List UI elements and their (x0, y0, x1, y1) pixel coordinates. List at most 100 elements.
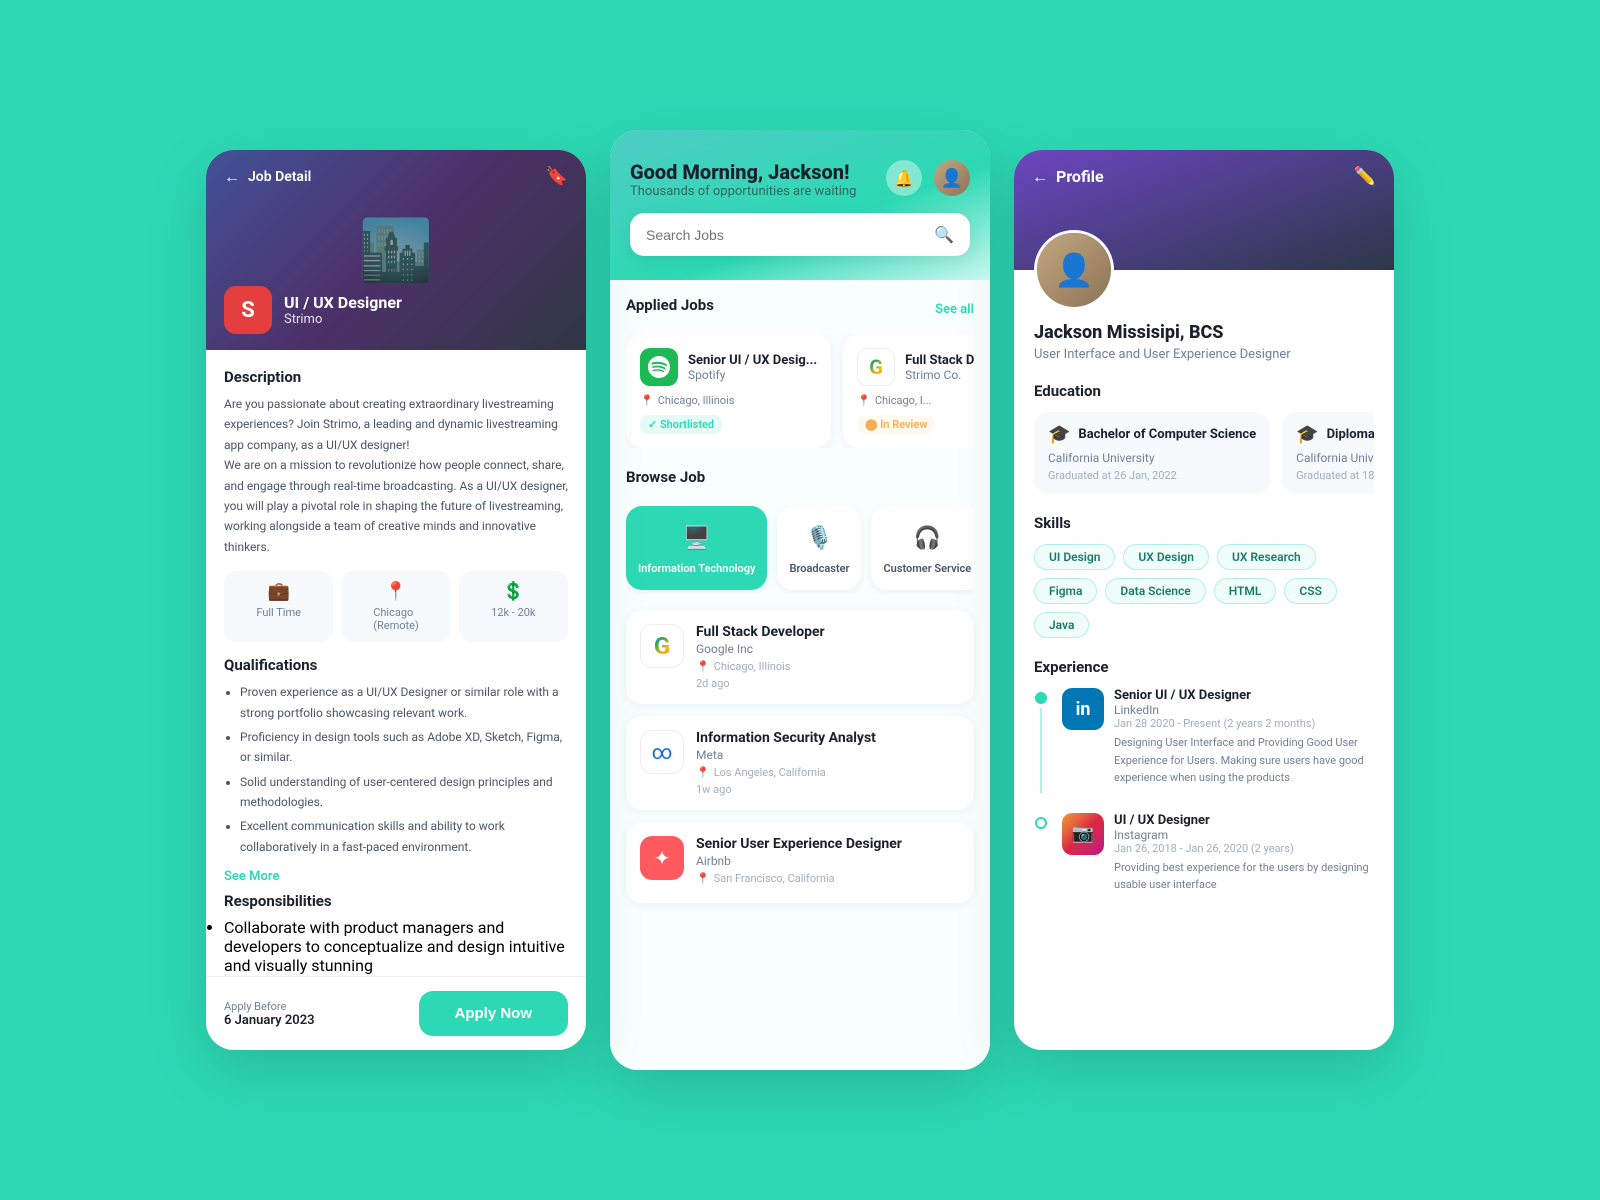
profile-avatar: 👤 (1034, 230, 1114, 310)
meta-job-info: Information Security Analyst Meta 📍 Los … (696, 730, 960, 796)
category-broadcaster[interactable]: 🎙️ Broadcaster (777, 506, 861, 590)
skill-html: HTML (1214, 578, 1277, 604)
spotify-company: Spotify (688, 368, 817, 382)
exp-linkedin: in Senior UI / UX Designer LinkedIn Jan … (1034, 688, 1374, 793)
skills-title: Skills (1034, 514, 1374, 532)
location-pin-icon: 📍 (640, 394, 654, 407)
browse-jobs-card: Good Morning, Jackson! Thousands of oppo… (610, 130, 990, 1070)
pin-icon5: 📍 (696, 872, 710, 885)
graduation-icon2: 🎓 (1296, 424, 1318, 445)
linkedin-desc: Designing User Interface and Providing G… (1114, 734, 1374, 787)
browse-job-header: Browse Job (626, 468, 974, 494)
skill-css: CSS (1284, 578, 1337, 604)
edu-uni-1: California University (1048, 451, 1256, 465)
browse-job-section: Browse Job 🖥️ Information Technology 🎙️ … (626, 468, 974, 903)
shortlisted-badge: ✓ Shortlisted (640, 415, 722, 434)
qualifications-list: Proven experience as a UI/UX Designer or… (224, 682, 568, 857)
description-title: Description (224, 368, 568, 386)
greeting-section: Good Morning, Jackson! Thousands of oppo… (630, 160, 856, 199)
education-row: 🎓 Bachelor of Computer Science Californi… (1034, 412, 1374, 494)
profile-body: Jackson Missisipi, BCS User Interface an… (1014, 270, 1394, 1050)
education-title: Education (1034, 382, 1374, 400)
job-detail-nav: ← Job Detail 🔖 (206, 150, 586, 203)
job-detail-header: 🏙️ ← Job Detail 🔖 S UI / UX Designer Str… (206, 150, 586, 350)
skill-ux-design: UX Design (1123, 544, 1209, 570)
applied-jobs-row: Senior UI / UX Desig... Spotify 📍 Chicag… (626, 334, 974, 448)
profile-back-icon[interactable]: ← (1032, 167, 1048, 187)
skill-java: Java (1034, 612, 1089, 638)
applied-spotify-info: Senior UI / UX Desig... Spotify (688, 353, 817, 382)
back-arrow-icon[interactable]: ← (224, 167, 240, 187)
job-detail-body: Description Are you passionate about cre… (206, 350, 586, 976)
airbnb-job-location: 📍 San Francisco, California (696, 872, 960, 885)
applied-job-google[interactable]: G Full Stack D... Strimo Co. 📍 Chicago, … (843, 334, 974, 448)
edu-uni-2: California Univer... (1296, 451, 1374, 465)
search-input[interactable] (646, 227, 924, 243)
profile-header: ← Profile ✏️ 👤 (1014, 150, 1394, 270)
edit-icon[interactable]: ✏️ (1354, 166, 1376, 187)
apply-now-button[interactable]: Apply Now (419, 991, 569, 1036)
job-listing-meta[interactable]: ∞ Information Security Analyst Meta 📍 Lo… (626, 716, 974, 810)
bookmark-icon[interactable]: 🔖 (546, 166, 568, 187)
edu-degree-1: Bachelor of Computer Science (1078, 427, 1256, 442)
see-all-link[interactable]: See all (935, 302, 974, 317)
search-bar[interactable]: 🔍 (630, 213, 970, 256)
meta-job-company: Meta (696, 748, 960, 762)
meta-type-label: Full Time (256, 606, 301, 619)
google-job-title: Full Stack D... (905, 353, 974, 368)
google-job-logo: G (640, 624, 684, 668)
airbnb-job-logo: ✦ (640, 836, 684, 880)
exp-dot-2 (1035, 817, 1047, 829)
meta-location: 📍 Chicago(Remote) (341, 571, 450, 642)
google-location: 📍 Chicago, I... (857, 394, 974, 407)
applied-jobs-header: Applied Jobs See all (626, 296, 974, 322)
edu-card-top-1: 🎓 Bachelor of Computer Science (1048, 424, 1256, 445)
linkedin-title: Senior UI / UX Designer (1114, 688, 1374, 703)
linkedin-content: Senior UI / UX Designer LinkedIn Jan 28 … (1114, 688, 1374, 787)
it-label: Information Technology (638, 562, 755, 576)
spotify-logo (640, 348, 678, 386)
linkedin-logo: in (1062, 688, 1104, 730)
profile-role: User Interface and User Experience Desig… (1034, 347, 1374, 362)
job-detail-footer: Apply Before 6 January 2023 Apply Now (206, 976, 586, 1050)
qual-item: Proven experience as a UI/UX Designer or… (240, 682, 568, 723)
company-name: Strimo (284, 312, 402, 327)
qualifications-section: Qualifications Proven experience as a UI… (224, 656, 568, 857)
applied-job-spotify[interactable]: Senior UI / UX Desig... Spotify 📍 Chicag… (626, 334, 831, 448)
meta-job-logo: ∞ (640, 730, 684, 774)
exp-instagram: 📷 UI / UX Designer Instagram Jan 26, 201… (1034, 813, 1374, 900)
google-g-icon: G (869, 355, 883, 379)
nav-left[interactable]: ← Job Detail (224, 167, 311, 187)
user-avatar[interactable]: 👤 (934, 160, 970, 196)
category-customer-service[interactable]: 🎧 Customer Service (871, 506, 974, 590)
applied-google-info: Full Stack D... Strimo Co. (905, 353, 974, 382)
airbnb-logo-icon: ✦ (654, 846, 671, 870)
meta-job-title-text: Information Security Analyst (696, 730, 960, 746)
it-icon: 🖥️ (679, 520, 715, 556)
browse-jobs-body: Applied Jobs See all Senior UI / UX Desi… (610, 280, 990, 1070)
exp-dot-1 (1035, 692, 1047, 704)
edu-date-1: Graduated at 26 Jan, 2022 (1048, 469, 1256, 482)
profile-name: Jackson Missisipi, BCS (1034, 322, 1374, 343)
airbnb-job-title-text: Senior User Experience Designer (696, 836, 960, 852)
job-title: UI / UX Designer (284, 293, 402, 312)
education-section: Education 🎓 Bachelor of Computer Science… (1034, 382, 1374, 494)
header-top-row: Good Morning, Jackson! Thousands of oppo… (630, 160, 970, 199)
job-listing-airbnb[interactable]: ✦ Senior User Experience Designer Airbnb… (626, 822, 974, 903)
responsibilities-list: Collaborate with product managers and de… (224, 918, 568, 975)
category-it[interactable]: 🖥️ Information Technology (626, 506, 767, 590)
skill-ui-design: UI Design (1034, 544, 1115, 570)
see-more-link[interactable]: See More (224, 869, 279, 884)
job-listing-google[interactable]: G Full Stack Developer Google Inc 📍 Chic… (626, 610, 974, 704)
profile-card: ← Profile ✏️ 👤 Jackson Missisipi, BCS Us… (1014, 150, 1394, 1050)
google-job-company: Google Inc (696, 642, 960, 656)
notification-icon[interactable]: 🔔 (886, 160, 922, 196)
linkedin-dates: Jan 28 2020 - Present (2 years 2 months) (1114, 717, 1374, 730)
profile-nav-left[interactable]: ← Profile (1032, 167, 1104, 187)
responsibilities-title: Responsibilities (224, 892, 568, 910)
briefcase-icon: 💼 (267, 581, 289, 602)
meta-salary-label: 12k - 20k (491, 606, 535, 619)
qual-item: Proficiency in design tools such as Adob… (240, 727, 568, 768)
applied-jobs-title: Applied Jobs (626, 296, 714, 314)
airbnb-job-info: Senior User Experience Designer Airbnb 📍… (696, 836, 960, 889)
